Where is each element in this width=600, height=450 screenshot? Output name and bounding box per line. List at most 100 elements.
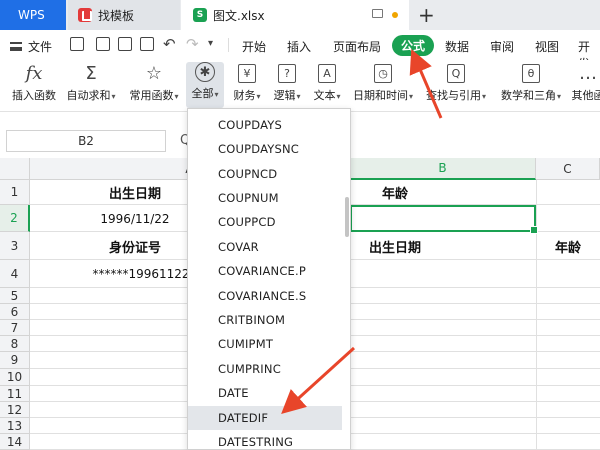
cell-b1[interactable]: 年龄 <box>350 180 440 205</box>
open-folder-icon[interactable] <box>70 37 84 51</box>
function-item-cumipmt[interactable]: CUMIPMT <box>188 332 342 356</box>
common-functions-label-wrap: 常用函数▾ <box>129 87 178 103</box>
lookup-reference-button[interactable]: Q 查找与引用▾ <box>422 62 490 108</box>
autosum-button[interactable]: Σ 自动求和▾ <box>64 62 118 108</box>
asterisk-circle-icon: ✱ <box>195 62 215 82</box>
row-header-10[interactable]: 10 <box>0 369 30 386</box>
function-item-covariance-s[interactable]: COVARIANCE.S <box>188 284 342 308</box>
row-header-7[interactable]: 7 <box>0 320 30 336</box>
tab-template[interactable]: 找模板 <box>68 0 180 30</box>
select-all-corner[interactable] <box>0 158 30 180</box>
ribbon-formulas: fx 插入函数 Σ 自动求和▾ ☆ 常用函数▾ ✱ 全部▾ ¥ 财务▾ ? 逻辑… <box>0 60 600 112</box>
row-header-14[interactable]: 14 <box>0 434 30 450</box>
insert-function-label: 插入函数 <box>12 89 56 102</box>
function-dropdown: COUPDAYS COUPDAYSNC COUPNCD COUPNUM COUP… <box>187 108 351 450</box>
all-functions-button[interactable]: ✱ 全部▾ <box>186 62 224 108</box>
ribbon-tab-review[interactable]: 审阅 <box>490 38 514 55</box>
new-tab-plus-icon[interactable]: + <box>418 3 435 27</box>
selected-cell-b2[interactable] <box>350 205 538 234</box>
function-item-datestring[interactable]: DATESTRING <box>188 430 342 449</box>
function-item-couppcd[interactable]: COUPPCD <box>188 210 342 234</box>
chevron-down-icon: ▾ <box>111 92 116 101</box>
tab-wps[interactable]: WPS <box>0 0 66 30</box>
print-preview-icon[interactable] <box>140 37 154 51</box>
ribbon-tab-data[interactable]: 数据 <box>445 38 469 55</box>
autosum-label-wrap: 自动求和▾ <box>66 87 115 103</box>
text-button[interactable]: A 文本▾ <box>308 62 346 108</box>
function-item-datedif[interactable]: DATEDIF <box>188 406 342 430</box>
sigma-icon: Σ <box>85 62 97 84</box>
dropdown-scrollbar[interactable] <box>345 197 349 237</box>
math-trig-button[interactable]: θ 数学和三角▾ <box>496 62 566 108</box>
row-header-4[interactable]: 4 <box>0 260 30 288</box>
row-header-5[interactable]: 5 <box>0 288 30 304</box>
quick-access-more-icon[interactable]: ▾ <box>208 37 222 51</box>
date-time-button[interactable]: ◷ 日期和时间▾ <box>350 62 416 108</box>
hamburger-icon <box>10 42 22 51</box>
function-item-coupdays[interactable]: COUPDAYS <box>188 113 342 137</box>
column-header-b[interactable]: B <box>350 158 536 180</box>
financial-button[interactable]: ¥ 财务▾ <box>228 62 266 108</box>
menu-row: 文件 ↶ ↷ ▾ 开始 插入 页面布局 公式 数据 审阅 视图 开发 <box>0 30 600 71</box>
logical-button[interactable]: ? 逻辑▾ <box>268 62 306 108</box>
function-item-coupncd[interactable]: COUPNCD <box>188 162 342 186</box>
file-menu-label: 文件 <box>28 40 53 54</box>
monitor-icon[interactable] <box>372 9 383 18</box>
function-item-cumprinc[interactable]: CUMPRINC <box>188 357 342 381</box>
print-icon[interactable] <box>118 37 132 51</box>
function-item-coupdaysnc[interactable]: COUPDAYSNC <box>188 137 342 161</box>
save-icon[interactable] <box>96 37 110 51</box>
row-header-2[interactable]: 2 <box>0 205 30 232</box>
name-box[interactable]: B2 <box>6 130 166 152</box>
undo-icon[interactable]: ↶ <box>163 37 177 52</box>
tab-bar: WPS 找模板 S 图文.xlsx + <box>0 0 600 30</box>
ribbon-tab-insert[interactable]: 插入 <box>287 38 311 55</box>
row-header-6[interactable]: 6 <box>0 304 30 320</box>
math-trig-label: 数学和三角 <box>500 89 556 102</box>
question-icon: ? <box>278 63 296 83</box>
row-header-11[interactable]: 11 <box>0 386 30 402</box>
insert-function-button[interactable]: fx 插入函数 <box>10 62 58 108</box>
ribbon-tab-view[interactable]: 视图 <box>535 38 559 55</box>
theta-icon: θ <box>522 63 540 83</box>
common-functions-button[interactable]: ☆ 常用函数▾ <box>126 62 182 108</box>
function-item-covariance-p[interactable]: COVARIANCE.P <box>188 259 342 283</box>
tab-wps-label: WPS <box>18 8 45 22</box>
row-header-9[interactable]: 9 <box>0 352 30 369</box>
more-dots-icon: … <box>579 62 597 84</box>
financial-icon-wrap: ¥ <box>236 62 258 84</box>
ribbon-tab-start[interactable]: 开始 <box>242 38 266 55</box>
ribbon-tab-formulas[interactable]: 公式 <box>392 35 435 56</box>
chevron-down-icon: ▾ <box>556 92 561 101</box>
row-header-3[interactable]: 3 <box>0 232 30 260</box>
lookup-reference-label: 查找与引用 <box>425 89 481 102</box>
file-menu-button[interactable]: 文件 <box>10 38 52 55</box>
toolbar-divider <box>228 38 229 52</box>
function-item-coupnum[interactable]: COUPNUM <box>188 186 342 210</box>
cell-c3[interactable]: 年龄 <box>536 232 600 260</box>
text-label: 文本 <box>313 89 336 102</box>
logical-icon-wrap: ? <box>276 62 298 84</box>
lookup-icon-wrap: Q <box>445 62 467 84</box>
row-header-13[interactable]: 13 <box>0 418 30 434</box>
row-header-8[interactable]: 8 <box>0 336 30 352</box>
chevron-down-icon: ▾ <box>174 92 179 101</box>
column-header-c[interactable]: C <box>536 158 600 180</box>
function-item-critbinom[interactable]: CRITBINOM <box>188 308 342 332</box>
row-header-1[interactable]: 1 <box>0 180 30 205</box>
more-functions-button[interactable]: … 其他函 <box>568 62 600 108</box>
function-item-covar[interactable]: COVAR <box>188 235 342 259</box>
cell-b3[interactable]: 出生日期 <box>350 232 440 260</box>
fx-icon: fx <box>25 62 43 84</box>
common-functions-label: 常用函数 <box>129 89 174 102</box>
all-functions-label: 全部 <box>191 87 214 100</box>
star-icon: ☆ <box>145 62 163 84</box>
ribbon-tab-page-layout[interactable]: 页面布局 <box>333 38 381 55</box>
date-time-label: 日期和时间 <box>352 89 408 102</box>
redo-icon[interactable]: ↷ <box>186 37 200 52</box>
chevron-down-icon: ▾ <box>296 92 301 101</box>
magnifier-icon: Q <box>447 63 465 83</box>
function-item-date[interactable]: DATE <box>188 381 342 405</box>
row-header-12[interactable]: 12 <box>0 402 30 418</box>
date-time-label-wrap: 日期和时间▾ <box>353 87 413 103</box>
